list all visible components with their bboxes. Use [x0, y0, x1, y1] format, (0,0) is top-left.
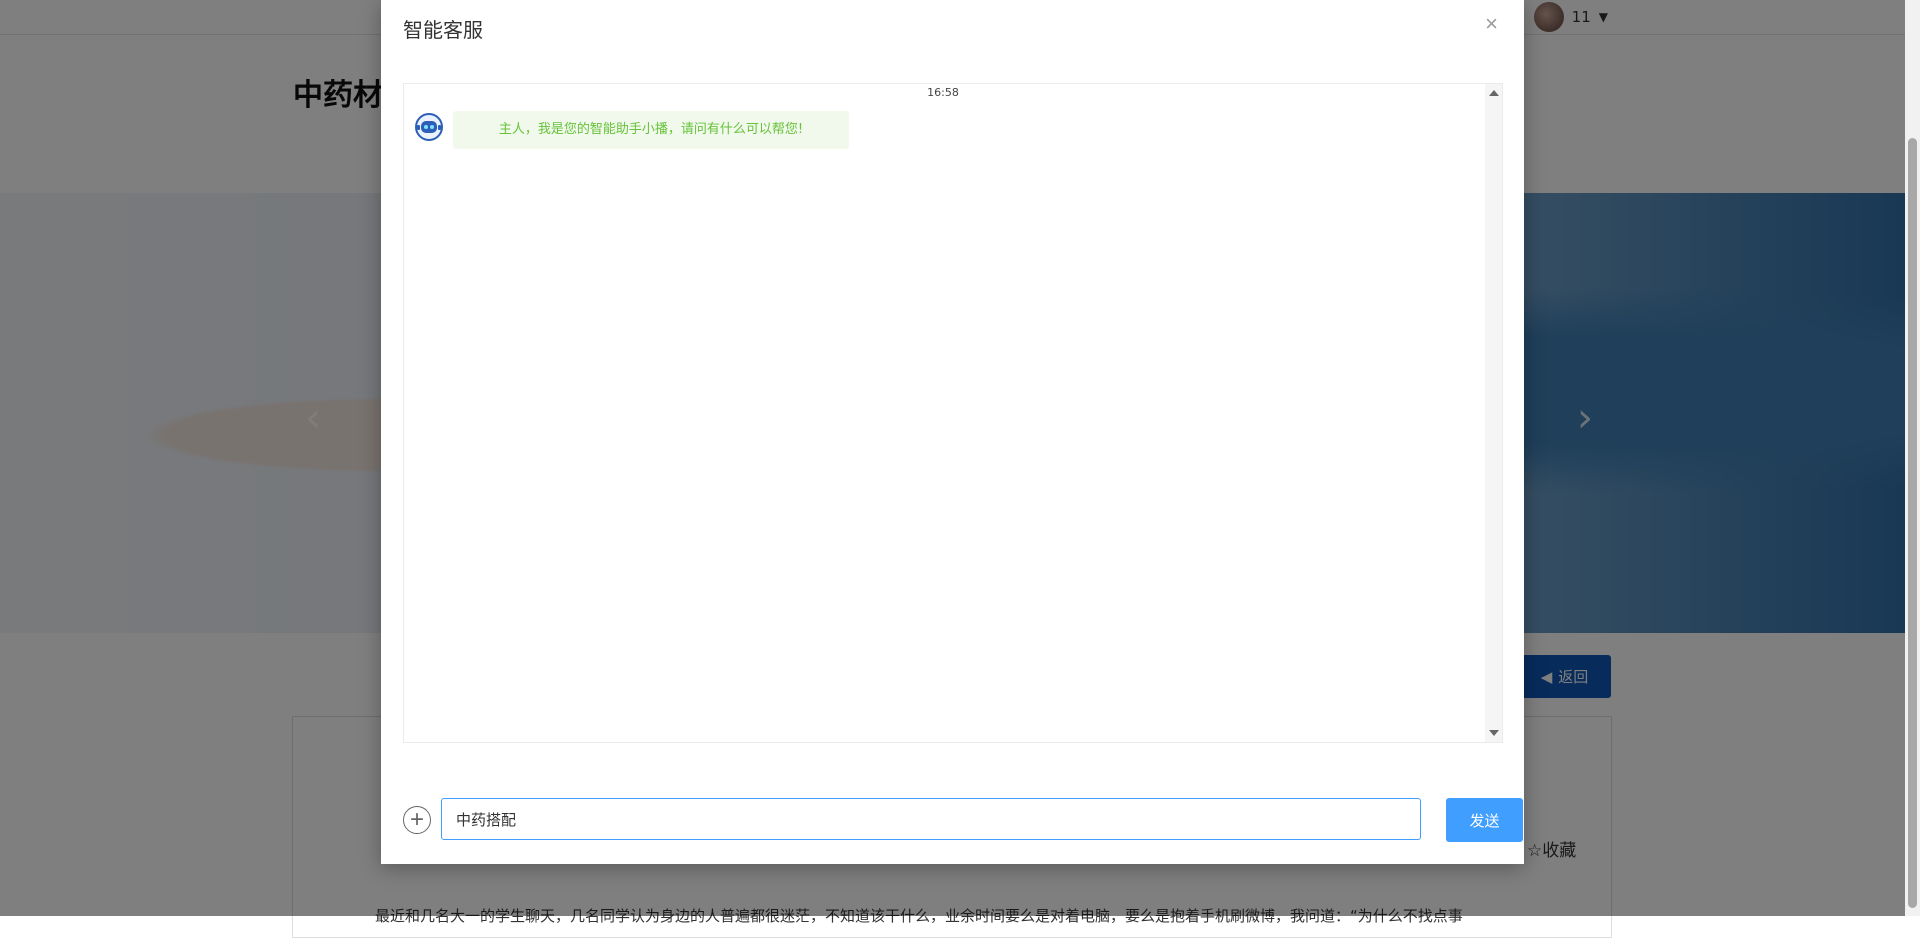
page-scrollbar[interactable]	[1905, 0, 1920, 916]
page-scroll-thumb[interactable]	[1908, 138, 1917, 908]
scroll-up-arrow[interactable]	[1489, 90, 1499, 96]
bot-message-bubble: 主人，我是您的智能助手小播，请问有什么可以帮您!	[453, 111, 849, 149]
robot-icon	[415, 113, 443, 141]
plus-circle-icon[interactable]: +	[403, 806, 431, 834]
message-input[interactable]	[441, 798, 1421, 840]
chat-scrollbar[interactable]	[1485, 84, 1502, 742]
chat-messages[interactable]: 16:58 主人，我是您的智能助手小播，请问有什么可以帮您!	[403, 83, 1503, 743]
chat-dialog: 智能客服 × 16:58 主人，我是您的智能助手小播，请问有什么可以帮您! + …	[381, 0, 1524, 864]
message-time: 16:58	[927, 86, 959, 99]
chat-input-row: + 发送	[403, 798, 1523, 842]
scroll-down-arrow[interactable]	[1489, 730, 1499, 736]
send-button[interactable]: 发送	[1446, 798, 1523, 842]
close-icon[interactable]: ×	[1479, 10, 1504, 38]
dialog-title: 智能客服	[403, 18, 483, 42]
